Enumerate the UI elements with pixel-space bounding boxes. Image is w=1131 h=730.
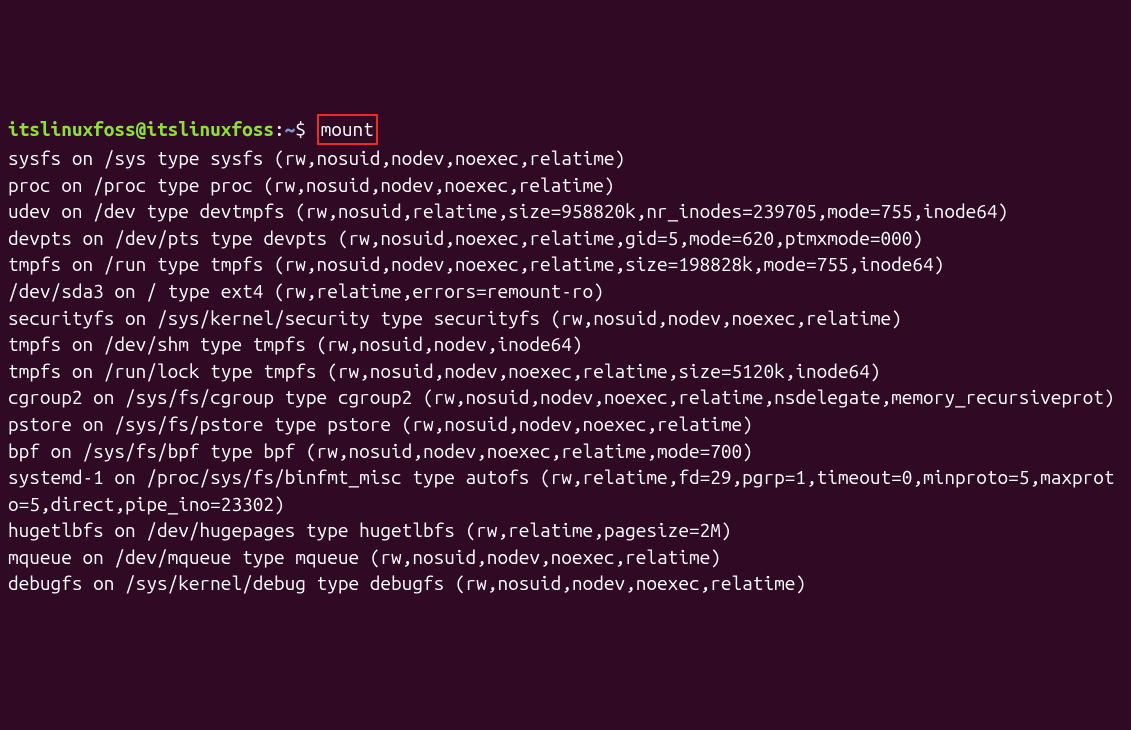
prompt-path: ~ [285,118,296,140]
command-highlight-box: mount [317,114,378,145]
prompt-user-host: itslinuxfoss@itslinuxfoss [8,118,274,140]
terminal-output: sysfs on /sys type sysfs (rw,nosuid,node… [8,145,1123,597]
prompt-dollar: $ [295,118,316,140]
command-text[interactable]: mount [321,118,374,140]
prompt-separator: : [274,118,285,140]
